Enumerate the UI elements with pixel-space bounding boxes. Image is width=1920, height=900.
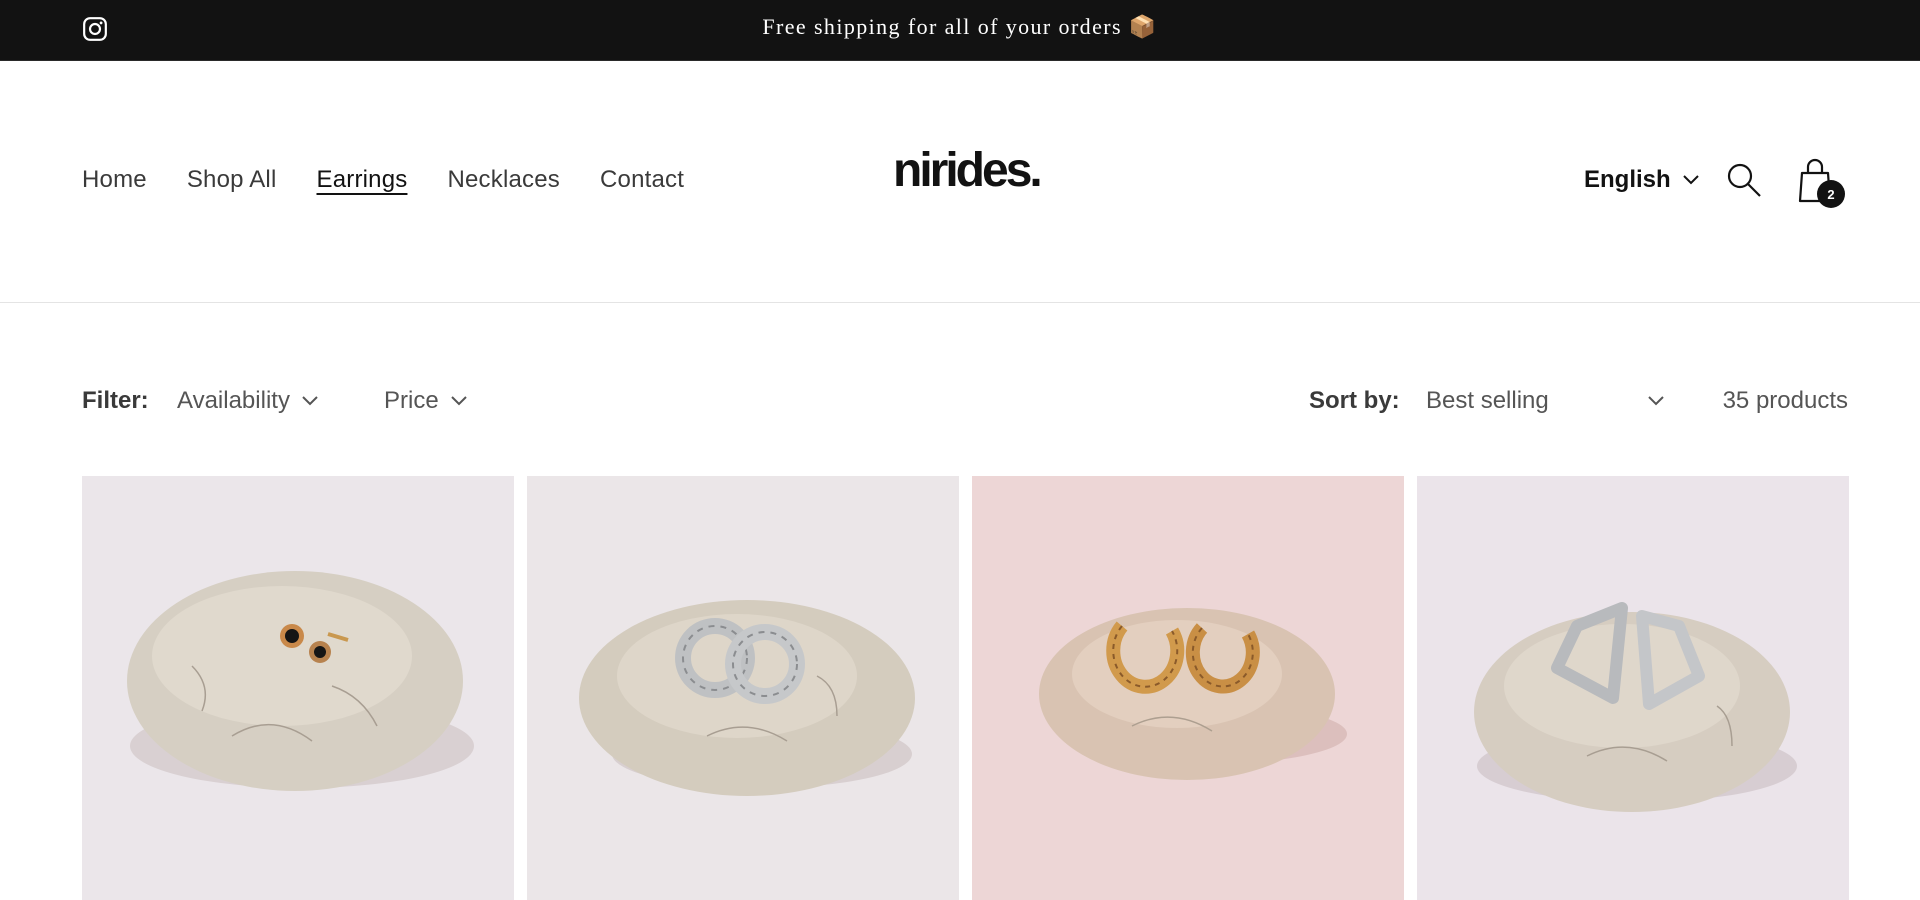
sort-label: Sort by: xyxy=(1309,387,1400,414)
product-image-silver-geometric-hoops xyxy=(1417,476,1849,900)
nav-earrings[interactable]: Earrings xyxy=(317,166,408,194)
chevron-down-icon xyxy=(302,396,318,406)
price-label: Price xyxy=(384,387,439,414)
product-image-gold-twisted-hoops xyxy=(972,476,1404,900)
chevron-down-icon xyxy=(1648,396,1664,406)
sort-value: Best selling xyxy=(1426,387,1549,414)
language-label: English xyxy=(1584,166,1671,193)
product-card[interactable] xyxy=(1417,476,1849,900)
product-image-black-stud-earrings xyxy=(82,476,514,900)
sort-select[interactable]: Best selling xyxy=(1426,383,1664,419)
chevron-down-icon xyxy=(1682,175,1699,185)
filter-bar: Filter: Availability Price Sort by: Best… xyxy=(0,303,1920,473)
product-card[interactable] xyxy=(82,476,514,900)
cart-count-badge: 2 xyxy=(1817,180,1845,208)
price-filter[interactable]: Price xyxy=(384,387,467,415)
site-header: Home Shop All Earrings Necklaces Contact… xyxy=(0,61,1920,303)
store-logo[interactable]: nirides. xyxy=(893,143,1043,198)
language-selector[interactable]: English xyxy=(1584,166,1699,194)
chevron-down-icon xyxy=(450,396,467,406)
search-icon[interactable] xyxy=(1726,162,1762,198)
announcement-text: Free shipping for all of your orders 📦 xyxy=(762,14,1158,39)
nav-shop-all[interactable]: Shop All xyxy=(187,166,277,194)
announcement-bar: Free shipping for all of your orders 📦 xyxy=(0,0,1920,61)
product-count: 35 products xyxy=(1722,387,1848,414)
product-image-silver-twisted-hoops xyxy=(527,476,959,900)
product-grid xyxy=(82,476,1849,900)
nav-contact[interactable]: Contact xyxy=(600,166,684,194)
main-nav: Home Shop All Earrings Necklaces Contact xyxy=(82,166,684,194)
product-card[interactable] xyxy=(527,476,959,900)
availability-label: Availability xyxy=(177,387,290,414)
nav-necklaces[interactable]: Necklaces xyxy=(447,166,560,194)
nav-home[interactable]: Home xyxy=(82,166,147,194)
filter-label: Filter: xyxy=(82,387,149,414)
availability-filter[interactable]: Availability xyxy=(177,387,318,415)
product-card[interactable] xyxy=(972,476,1404,900)
